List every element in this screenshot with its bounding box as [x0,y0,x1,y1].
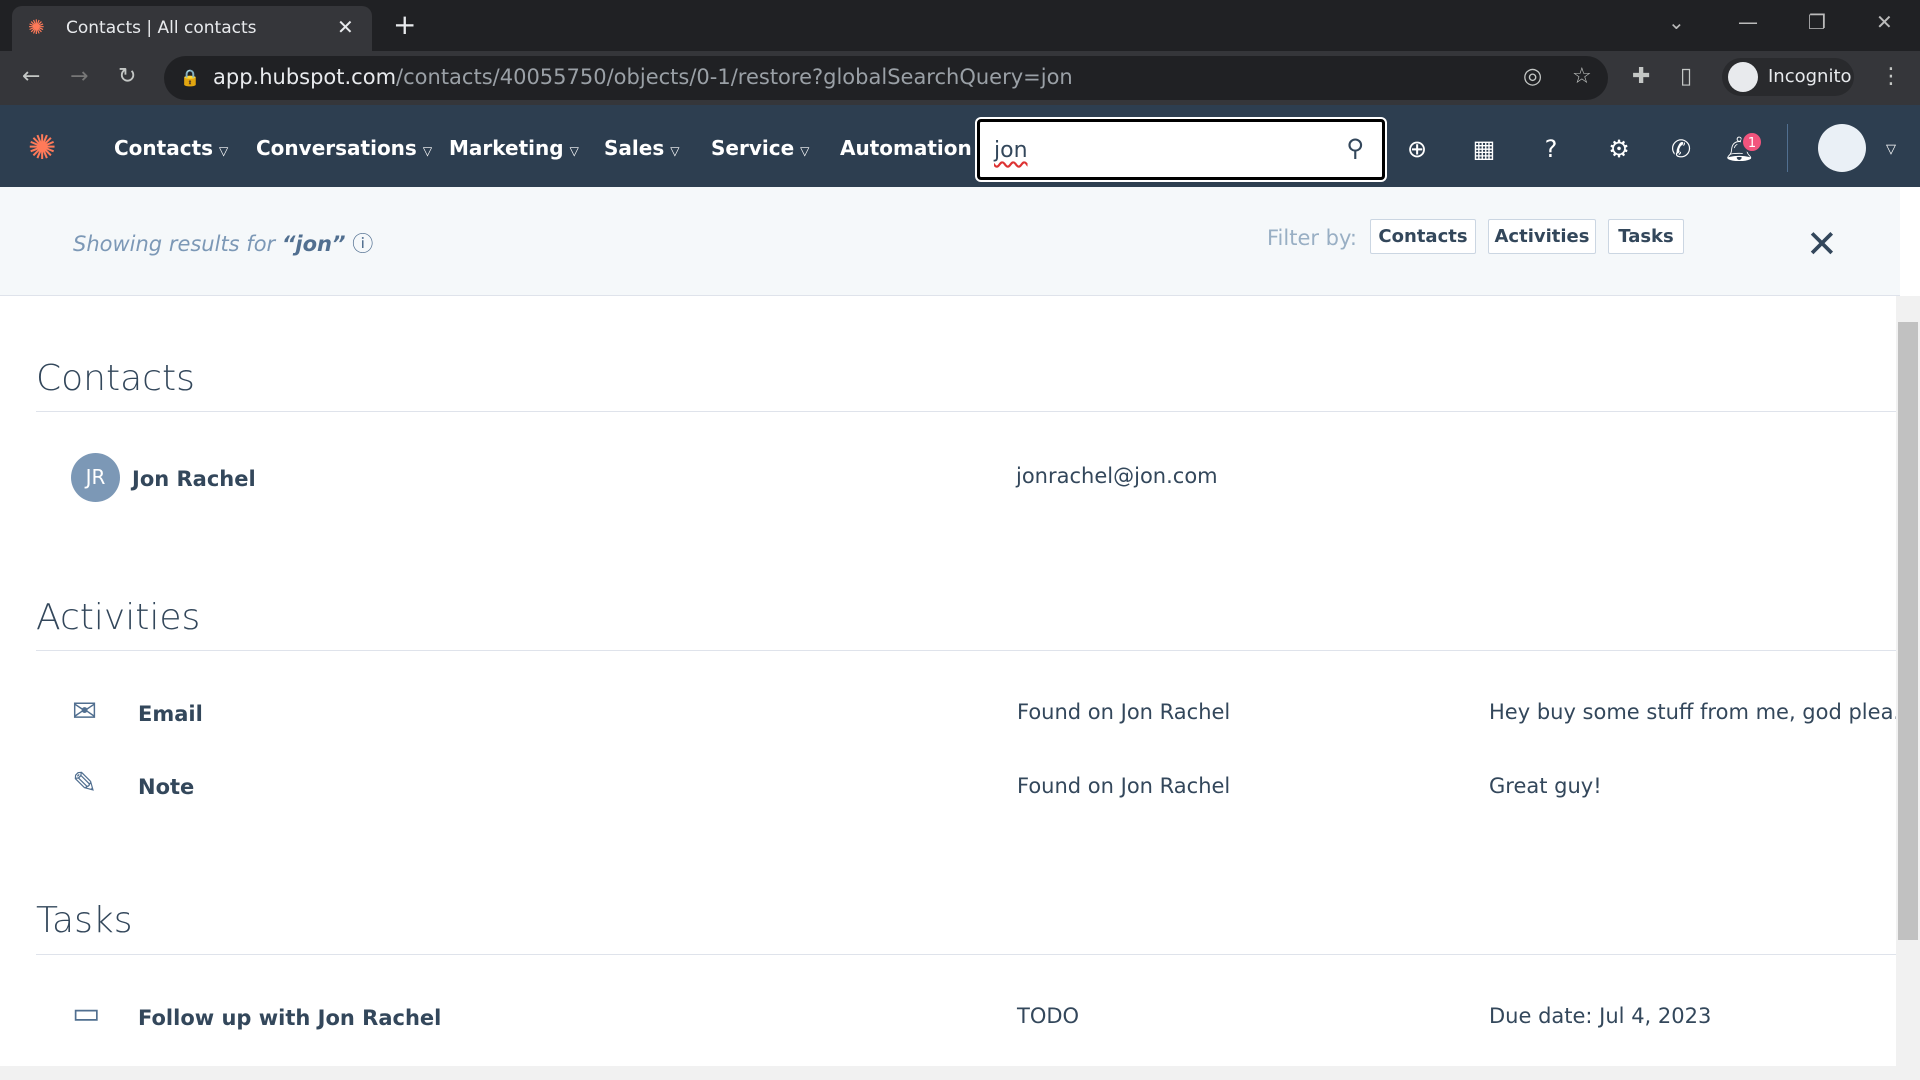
chevron-down-icon: ▽ [569,144,579,158]
filter-activities-button[interactable]: Activities [1488,219,1596,254]
activity-found-on: Found on Jon Rachel [1017,774,1231,798]
hubspot-logo-icon[interactable]: ✺ [28,128,57,168]
bookmark-star-icon[interactable]: ☆ [1572,64,1592,89]
upgrade-icon[interactable]: ⊕ [1401,135,1433,163]
browser-tab[interactable]: ✺ Contacts | All contacts ✕ [12,6,372,51]
filter-contacts-button[interactable]: Contacts [1370,219,1476,254]
search-value: jon [994,138,1028,163]
activity-type-link[interactable]: Note [138,775,194,799]
tab-search-icon[interactable]: ⌄ [1668,10,1685,34]
account-avatar[interactable] [1818,124,1866,172]
new-tab-icon[interactable]: + [393,8,416,41]
filter-label: Filter by: [1267,226,1357,250]
forward-icon[interactable]: → [70,64,88,89]
close-search-icon[interactable]: ✕ [1806,222,1838,266]
nav-contacts[interactable]: Contacts ▽ [114,136,228,160]
extensions-icon[interactable]: ✚ [1632,64,1650,89]
nav-automation[interactable]: Automation▽ [840,136,987,160]
url-text[interactable]: app.hubspot.com/contacts/40055750/object… [213,65,1073,89]
activity-found-on: Found on Jon Rachel [1017,700,1231,724]
task-status: TODO [1017,1004,1080,1028]
chevron-down-icon: ▽ [670,144,680,158]
notification-badge: 1 [1741,131,1763,153]
scrollbar-thumb[interactable] [1898,322,1918,940]
nav-service[interactable]: Service ▽ [711,136,809,160]
profile-label: Incognito [1768,66,1852,87]
menu-icon[interactable]: ⋮ [1880,64,1902,89]
activity-preview: Hey buy some stuff from me, god plea... [1489,700,1914,724]
info-icon[interactable]: ⓘ [352,232,373,256]
global-search-input[interactable]: jon ⚲ [977,119,1385,180]
divider [1787,124,1788,172]
tab-title: Contacts | All contacts [66,18,257,38]
horizontal-scrollbar[interactable] [0,1066,1920,1080]
marketplace-icon[interactable]: ▦ [1468,135,1500,163]
minimize-icon[interactable]: — [1738,10,1758,34]
envelope-icon: ✉ [72,694,98,729]
chevron-down-icon: ▽ [800,144,810,158]
divider [36,411,1896,412]
reload-icon[interactable]: ↻ [118,64,136,89]
divider [36,954,1896,955]
task-icon: ▭ [72,996,101,1031]
restore-icon[interactable]: ❐ [1808,10,1826,34]
activity-preview: Great guy! [1489,774,1602,798]
tasks-heading: Tasks [36,900,133,941]
back-icon[interactable]: ← [22,64,40,89]
task-due-date: Due date: Jul 4, 2023 [1489,1004,1712,1028]
chevron-down-icon: ▽ [422,144,433,158]
lock-icon[interactable]: 🔒 [180,68,200,87]
filter-tasks-button[interactable]: Tasks [1608,219,1684,254]
close-tab-icon[interactable]: ✕ [337,15,354,39]
close-window-icon[interactable]: ✕ [1876,10,1893,34]
tracking-eye-icon[interactable]: ◎ [1523,64,1542,89]
calling-icon[interactable]: ✆ [1665,135,1697,163]
task-title-link[interactable]: Follow up with Jon Rachel [138,1006,441,1030]
pencil-square-icon: ✎ [72,766,98,801]
settings-gear-icon[interactable]: ⚙ [1603,135,1635,163]
chevron-down-icon: ▽ [219,144,229,158]
profile-button[interactable]: Incognito [1722,58,1854,96]
incognito-icon [1728,62,1758,92]
nav-conversations[interactable]: Conversations ▽ [256,136,432,160]
showing-results-text: Showing results for “jon” ⓘ [73,232,374,256]
contact-avatar: JR [71,453,120,502]
contact-email: jonrachel@jon.com [1016,464,1218,488]
activity-type-link[interactable]: Email [138,702,203,726]
contacts-heading: Contacts [36,358,195,399]
hubspot-favicon-icon: ✺ [28,15,45,39]
contact-name-link[interactable]: Jon Rachel [132,467,256,491]
help-icon[interactable]: ? [1535,135,1567,163]
account-chevron-icon[interactable]: ▽ [1886,142,1896,157]
nav-marketing[interactable]: Marketing ▽ [449,136,579,160]
divider [36,650,1896,651]
search-icon[interactable]: ⚲ [1346,134,1364,162]
side-panel-icon[interactable]: ▯ [1680,64,1692,89]
nav-sales[interactable]: Sales ▽ [604,136,679,160]
activities-heading: Activities [36,597,201,638]
